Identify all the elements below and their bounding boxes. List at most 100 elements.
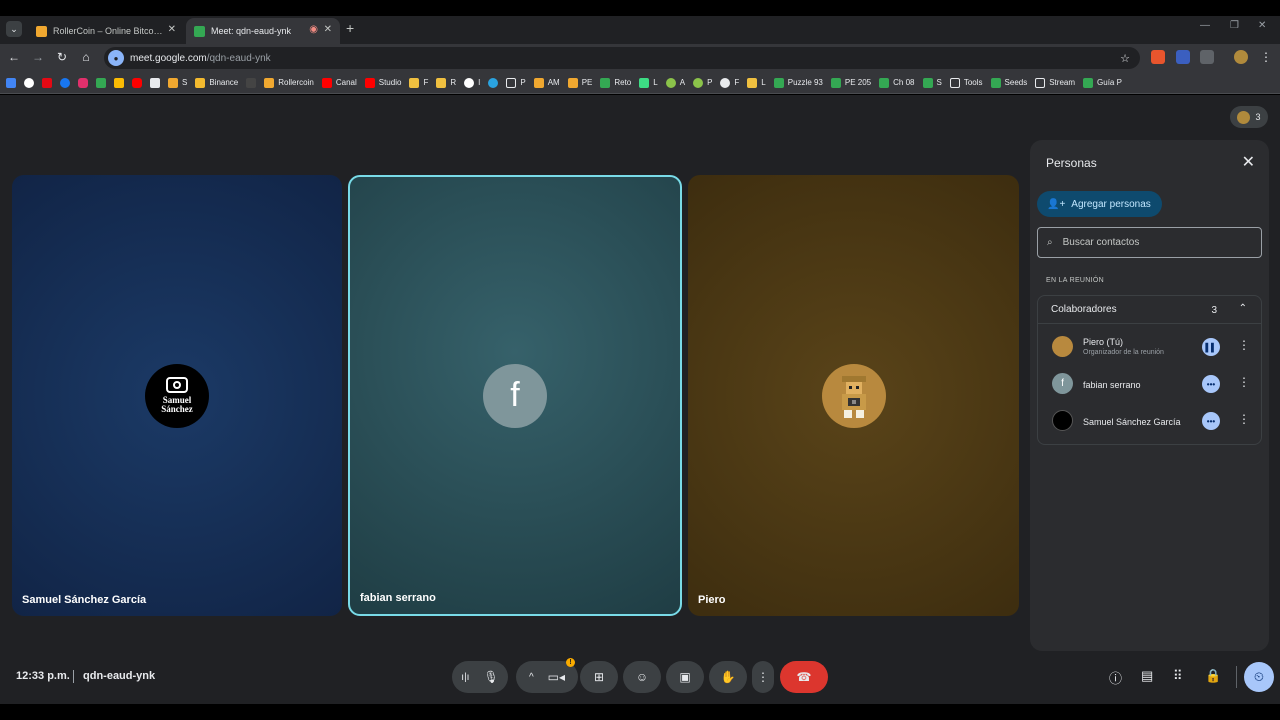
- bookmark-icon[interactable]: [246, 77, 257, 88]
- participant-row: Samuel Sánchez García ••• ⋮: [1038, 403, 1261, 439]
- bookmark-item[interactable]: A: [665, 77, 685, 88]
- close-tab-icon[interactable]: ✕: [324, 24, 332, 35]
- more-options-button[interactable]: ⋮: [752, 661, 774, 693]
- bookmark-item[interactable]: Reto: [600, 77, 631, 88]
- avatar: [1052, 410, 1073, 431]
- search-contacts-input[interactable]: ⌕ Buscar contactos: [1037, 227, 1262, 258]
- bookmark-item[interactable]: L: [747, 77, 766, 88]
- more-options-icon[interactable]: ⋮: [1238, 412, 1250, 426]
- chevron-up-icon[interactable]: ^: [529, 672, 534, 683]
- bookmark-item[interactable]: Studio: [364, 77, 401, 88]
- more-options-icon[interactable]: ⋮: [1238, 375, 1250, 389]
- extension-icon[interactable]: [1176, 50, 1190, 64]
- microphone-icon[interactable]: 🎙: [483, 670, 498, 684]
- bookmark-item[interactable]: Canal: [321, 77, 357, 88]
- chat-icon[interactable]: ▤: [1141, 668, 1153, 684]
- bookmark-icon[interactable]: [60, 77, 70, 88]
- minimize-icon[interactable]: —: [1200, 20, 1210, 31]
- activities-icon[interactable]: ⠿: [1173, 668, 1183, 684]
- sheets-icon: [990, 77, 1001, 88]
- bookmark-star-icon[interactable]: ☆: [1120, 52, 1130, 65]
- bookmark-icon[interactable]: [96, 77, 106, 88]
- add-people-button[interactable]: 👤+ Agregar personas: [1037, 191, 1162, 217]
- tab-meet[interactable]: Meet: qdn-eaud-ynk ◉ ✕: [186, 18, 340, 44]
- people-panel-toggle-icon[interactable]: ⏲: [1244, 662, 1274, 692]
- bookmark-item[interactable]: S: [168, 77, 187, 88]
- video-tile-samuel[interactable]: Samuel Sánchez Samuel Sánchez García: [12, 175, 342, 616]
- bookmark-item[interactable]: P: [693, 77, 712, 88]
- sheets-icon: [922, 77, 933, 88]
- participants-chip[interactable]: 3: [1230, 106, 1268, 128]
- address-bar[interactable]: ● meet.google.com/qdn-eaud-ynk ☆: [104, 47, 1140, 69]
- present-screen-button[interactable]: ⊞: [580, 661, 618, 693]
- bookmark-folder[interactable]: Stream: [1035, 77, 1075, 88]
- emoji-icon: ☺: [635, 670, 649, 684]
- divider: [1236, 666, 1237, 688]
- bookmark-item[interactable]: PE 205: [830, 77, 871, 88]
- profile-avatar[interactable]: [1234, 50, 1248, 64]
- bookmark-item[interactable]: S: [922, 77, 942, 88]
- bookmark-item[interactable]: AM: [533, 77, 560, 88]
- tab-title: RollerCoin – Online Bitcoin Mi...: [53, 26, 163, 36]
- maximize-icon[interactable]: ❐: [1230, 20, 1239, 31]
- bookmark-label: P: [520, 78, 526, 87]
- forward-icon[interactable]: →: [30, 50, 46, 64]
- search-icon: ⌕: [1047, 237, 1053, 248]
- bookmark-item[interactable]: I: [464, 77, 480, 88]
- bookmark-item[interactable]: F: [720, 77, 739, 88]
- reload-icon[interactable]: ↻: [54, 50, 70, 64]
- bookmark-icon[interactable]: [150, 77, 160, 88]
- bookmark-item[interactable]: Rollercoin: [264, 77, 314, 88]
- bookmarks-bar: S Binance Rollercoin Canal Studio F R I …: [0, 72, 1280, 94]
- close-panel-icon[interactable]: ✕: [1242, 152, 1255, 172]
- back-icon[interactable]: ←: [6, 50, 22, 64]
- chevron-up-icon[interactable]: ⌃: [1239, 303, 1247, 314]
- microphone-control[interactable]: ı|ı 🎙: [452, 661, 508, 693]
- tab-search-icon[interactable]: ⌄: [6, 21, 22, 37]
- site-info-icon[interactable]: ●: [108, 50, 124, 66]
- bookmark-item[interactable]: R: [436, 77, 456, 88]
- meet-stage: 3 Samuel Sánchez Samuel Sánchez García f…: [0, 95, 1280, 704]
- home-icon[interactable]: ⌂: [78, 50, 94, 64]
- camera-icon[interactable]: ▭◂: [548, 670, 565, 684]
- bookmark-item[interactable]: Ch 08: [879, 77, 915, 88]
- reactions-button[interactable]: ☺: [623, 661, 661, 693]
- bookmark-icon[interactable]: [78, 77, 88, 88]
- bookmark-icon[interactable]: [488, 77, 499, 88]
- collaborators-header[interactable]: Colaboradores 3 ⌃: [1038, 296, 1261, 324]
- bookmark-item[interactable]: Seeds: [990, 77, 1027, 88]
- raise-hand-button[interactable]: ✋: [709, 661, 747, 693]
- captions-button[interactable]: ▣: [666, 661, 704, 693]
- bookmark-item[interactable]: PE: [567, 77, 592, 88]
- close-tab-icon[interactable]: ✕: [168, 24, 176, 35]
- extensions-puzzle-icon[interactable]: [1200, 50, 1214, 64]
- bookmark-folder[interactable]: Tools: [949, 77, 983, 88]
- audio-settings-icon[interactable]: ı|ı: [461, 672, 469, 683]
- close-window-icon[interactable]: ✕: [1258, 20, 1266, 31]
- bookmark-item[interactable]: L: [639, 77, 658, 88]
- new-tab-icon[interactable]: +: [346, 20, 354, 36]
- host-controls-icon[interactable]: 🔒: [1205, 668, 1221, 684]
- leave-call-button[interactable]: ☎: [780, 661, 828, 693]
- bookmark-item[interactable]: F: [409, 77, 428, 88]
- bookmark-folder[interactable]: P: [506, 77, 526, 88]
- divider: [73, 670, 74, 683]
- bookmark-icon[interactable]: [42, 77, 52, 88]
- more-options-icon[interactable]: ⋮: [1238, 338, 1250, 352]
- bookmark-icon[interactable]: [24, 77, 34, 88]
- bookmark-icon[interactable]: [114, 77, 124, 88]
- bookmark-item[interactable]: Guía P: [1083, 77, 1122, 88]
- recording-indicator-icon: ◉: [309, 24, 318, 35]
- tab-rollercoin[interactable]: RollerCoin – Online Bitcoin Mi... ✕: [28, 18, 184, 44]
- bookmark-item[interactable]: Binance: [195, 77, 238, 88]
- bookmark-item[interactable]: Puzzle 93: [773, 77, 823, 88]
- bookmark-icon[interactable]: [6, 77, 16, 88]
- extension-icon[interactable]: [1151, 50, 1165, 64]
- participant-name: Samuel Sánchez García: [22, 594, 147, 606]
- video-tile-fabian[interactable]: f fabian serrano: [348, 175, 682, 616]
- browser-menu-icon[interactable]: ⋮: [1258, 50, 1274, 64]
- bookmark-icon[interactable]: [132, 77, 142, 88]
- video-tile-piero[interactable]: Piero: [688, 175, 1019, 616]
- tab-strip: ⌄ RollerCoin – Online Bitcoin Mi... ✕ Me…: [0, 16, 1280, 44]
- meeting-info-icon[interactable]: ⓘ: [1109, 668, 1122, 687]
